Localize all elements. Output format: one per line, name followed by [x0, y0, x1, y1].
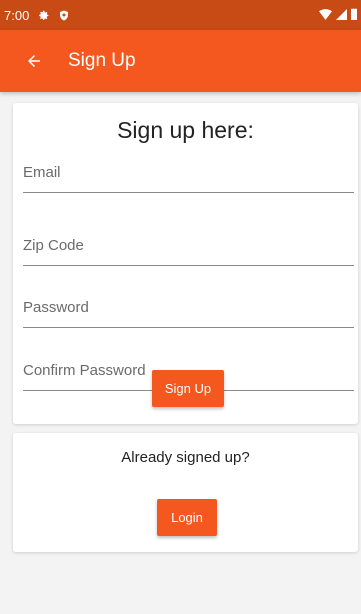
password-field-container	[23, 288, 354, 328]
status-bar: 7:00	[0, 0, 361, 30]
arrow-back-icon	[28, 55, 40, 67]
signal-icon	[336, 8, 347, 23]
battery-icon	[351, 8, 357, 23]
password-field[interactable]	[23, 288, 354, 327]
zip-code-field[interactable]	[23, 226, 354, 265]
zip-code-field-container	[23, 226, 354, 266]
settings-icon	[37, 9, 50, 22]
login-button[interactable]: Login	[157, 499, 217, 536]
email-field-container	[23, 153, 354, 193]
login-prompt: Already signed up?	[121, 449, 250, 466]
login-card: Already signed up? Login	[13, 433, 358, 552]
shield-icon	[58, 9, 70, 22]
app-bar-title: Sign Up	[68, 50, 136, 71]
sign-up-button[interactable]: Sign Up	[152, 370, 224, 407]
status-time: 7:00	[4, 7, 30, 23]
back-button[interactable]	[12, 39, 56, 83]
email-field[interactable]	[23, 153, 354, 192]
app-bar: Sign Up	[0, 30, 361, 92]
wifi-icon	[319, 8, 332, 23]
signup-heading: Sign up here:	[117, 117, 254, 143]
